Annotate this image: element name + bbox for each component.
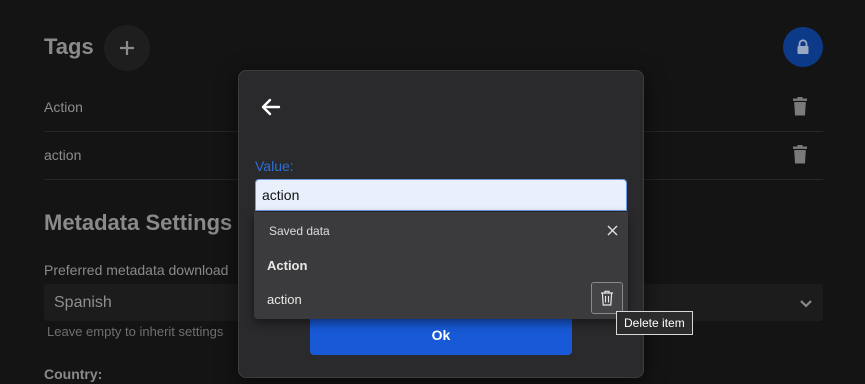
delete-tag-button[interactable] [793, 97, 807, 121]
back-button[interactable] [259, 95, 283, 119]
metadata-settings-title: Metadata Settings [44, 210, 233, 235]
delete-tag-button[interactable] [793, 145, 807, 169]
inherit-hint: Leave empty to inherit settings [47, 324, 224, 339]
tag-label: action [44, 147, 82, 163]
ok-button[interactable]: Ok [310, 315, 572, 355]
plus-icon [120, 41, 134, 55]
saved-data-item[interactable]: action [267, 292, 302, 307]
arrow-left-icon [261, 98, 281, 116]
trash-icon [793, 97, 807, 116]
saved-data-item[interactable]: Action [267, 258, 307, 273]
delete-item-tooltip: Delete item [616, 311, 693, 335]
selected-language: Spanish [54, 294, 112, 311]
tags-title: Tags [44, 34, 94, 59]
lock-button[interactable] [783, 27, 823, 67]
tag-label: Action [44, 99, 83, 115]
saved-data-header: Saved data [269, 224, 330, 238]
saved-data-dropdown: Saved data Action action [254, 212, 628, 319]
close-icon [607, 225, 617, 235]
close-dropdown-button[interactable] [604, 222, 620, 238]
lock-icon [797, 39, 809, 54]
value-label: Value: [255, 158, 294, 174]
delete-saved-item-button[interactable] [591, 282, 623, 314]
chevron-down-icon [799, 296, 813, 314]
value-input[interactable] [255, 179, 627, 211]
add-tag-button[interactable] [104, 25, 150, 71]
preferred-metadata-label: Preferred metadata download [44, 262, 229, 278]
trash-icon [601, 290, 613, 306]
country-label: Country: [44, 366, 103, 382]
trash-icon [793, 145, 807, 164]
